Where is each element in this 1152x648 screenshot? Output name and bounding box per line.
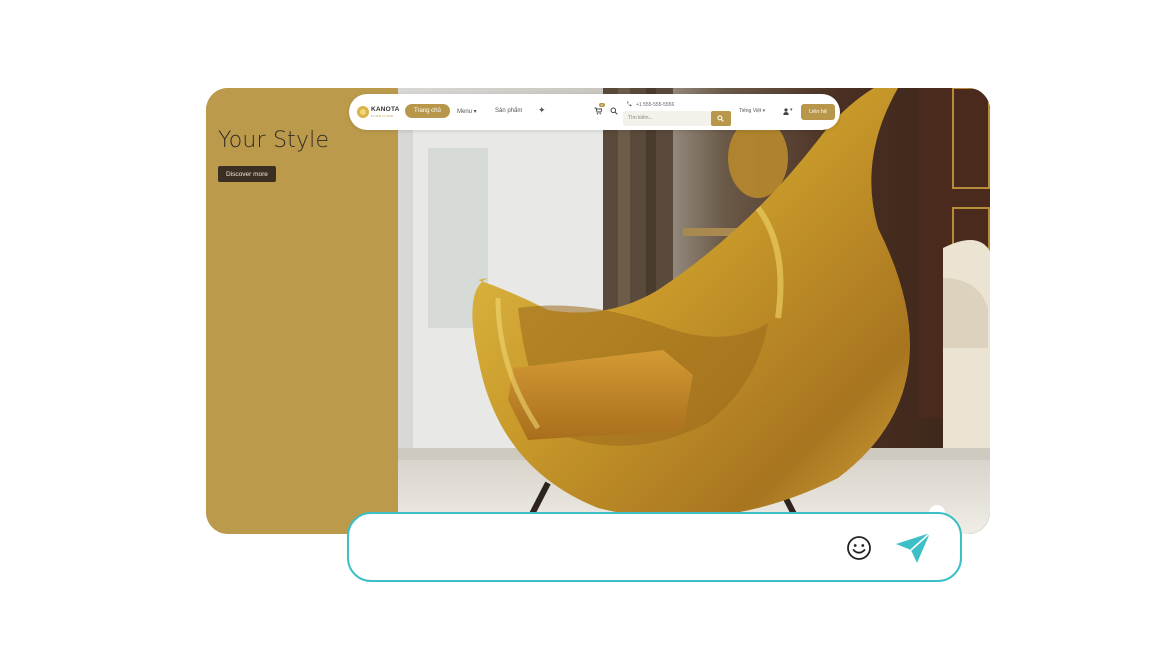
phone-number: +1 555-555-5556	[636, 102, 675, 108]
search-button[interactable]	[711, 111, 731, 126]
language-selector[interactable]: Tiếng Việt ▾	[739, 108, 765, 114]
contact-button[interactable]: Liên hệ	[801, 104, 836, 120]
cart-count-badge: 0	[599, 103, 605, 107]
hero-banner: Your Style Discover more	[206, 88, 990, 534]
nav-item-products[interactable]: Sản phẩm	[495, 108, 522, 114]
nav-item-menu[interactable]: Menu ▾	[457, 108, 477, 115]
phone-icon	[627, 101, 632, 107]
top-navbar: KANOTA FURNITURE Trang chủ Menu ▾ Sản ph…	[349, 94, 840, 130]
paper-plane-icon[interactable]	[895, 532, 931, 564]
hero-title: Your Style	[218, 128, 330, 153]
chevron-down-icon[interactable]: ▾	[790, 107, 793, 113]
smiley-icon[interactable]	[846, 535, 872, 561]
chat-input-bar	[347, 512, 962, 582]
user-icon[interactable]	[783, 108, 789, 115]
chat-message-input[interactable]	[371, 536, 831, 558]
logo-subtitle: FURNITURE	[371, 114, 394, 118]
search-input[interactable]: Tìm kiếm...	[623, 111, 711, 126]
hero-chair-photo	[398, 88, 990, 534]
hero-text-panel: Your Style Discover more	[206, 88, 398, 534]
sparkle-icon[interactable]: ✦	[538, 105, 546, 116]
cart-icon[interactable]	[594, 107, 602, 115]
logo-text: KANOTA	[371, 106, 400, 113]
search-icon[interactable]	[610, 107, 618, 115]
nav-item-home[interactable]: Trang chủ	[405, 104, 450, 118]
search-icon	[717, 115, 724, 122]
discover-more-button[interactable]: Discover more	[218, 166, 276, 182]
